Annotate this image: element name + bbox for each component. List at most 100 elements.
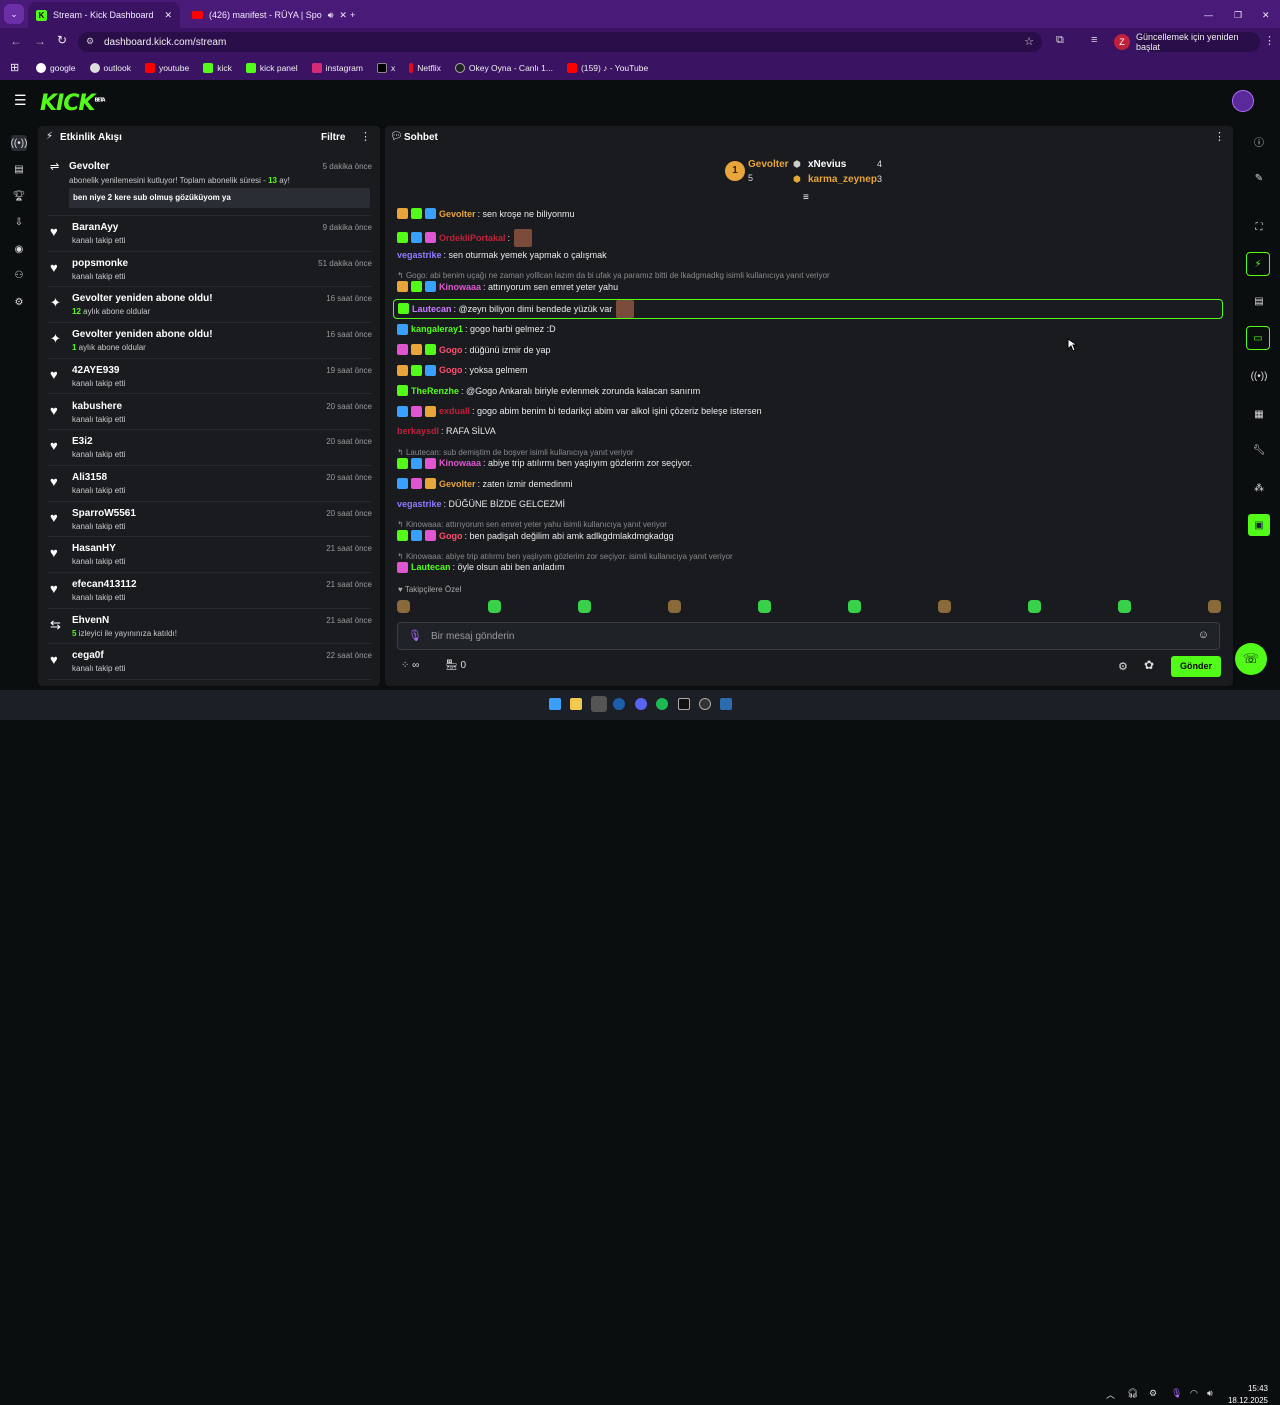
steam-tray-icon[interactable]: ⚙ [1149, 1388, 1157, 1399]
community-icon[interactable]: ⚇ [12, 268, 26, 282]
user-avatar[interactable] [1232, 90, 1254, 112]
chat-username[interactable]: Kinowaaa [439, 282, 481, 292]
site-info-icon[interactable]: ⚙ [86, 36, 94, 47]
quick-emote[interactable] [668, 600, 681, 613]
activity-toggle-icon[interactable]: ⚡︎ [1246, 252, 1270, 276]
chat-username[interactable]: OrdekliPortakal [439, 233, 506, 243]
url-input[interactable]: ⚙ dashboard.kick.com/stream ☆ [78, 32, 1042, 52]
app-icon[interactable] [720, 698, 732, 710]
kick-logo[interactable]: KICKBETA [40, 91, 106, 116]
chat-message[interactable]: TheRenzhe: @Gogo Ankaralı biriyle evlenm… [397, 385, 700, 396]
activity-item[interactable]: ♥ Ali3158 20 saat önce kanalı takip etti [48, 466, 372, 502]
profile-avatar[interactable]: Z [1114, 34, 1130, 50]
app-icon[interactable] [699, 698, 711, 710]
chat-username[interactable]: vegastrike [397, 250, 442, 260]
broadcast-icon[interactable]: ((•)) [11, 135, 27, 151]
extensions-icon[interactable]: ⧉ [1056, 34, 1064, 47]
activity-item[interactable]: ✦ Gevolter yeniden abone oldu! 16 saat önc… [48, 287, 372, 324]
activity-item[interactable]: ♥ HasanHY 21 saat önce kanalı takip etti [48, 537, 372, 573]
quick-emote[interactable] [1208, 600, 1221, 613]
leaderboard-first-name[interactable]: Gevolter [748, 159, 789, 170]
chat-username[interactable]: Gogo [439, 365, 463, 375]
chat-username[interactable]: Gogo [439, 531, 463, 541]
chat-message[interactable]: Gogo: ben padişah değilim abi amk adlkgd… [397, 530, 674, 541]
minimize-button[interactable]: — [1196, 2, 1221, 28]
activity-item[interactable]: ✦ Gevolter yeniden abone oldu! 16 saat önc… [48, 323, 372, 359]
chat-message[interactable]: vegastrike: DÜĞÜNE BİZDE GELCEZMİ [397, 499, 565, 509]
bookmark-netflix[interactable]: Netflix [409, 63, 441, 73]
points-icon[interactable]: ⁘ ∞ [401, 660, 419, 671]
activity-item[interactable]: ♥ BaranAyy 9 dakika önce kanalı takip etti [48, 216, 372, 252]
clip-icon[interactable]: ⛶ [1252, 220, 1266, 234]
chat-username[interactable]: Gevolter [439, 209, 476, 219]
chat-message[interactable]: kangaleray1: gogo harbi gelmez :D [397, 323, 556, 335]
chat-message[interactable]: Kinowaaa: attırıyorum sen emret yeter ya… [397, 281, 618, 292]
microphone-icon[interactable]: 🎙︎ [408, 629, 422, 642]
share-icon[interactable]: ⁂ [1252, 481, 1266, 495]
emote-picker-icon[interactable]: ✿ [1144, 658, 1154, 672]
settings-icon[interactable]: ⚙ [1118, 660, 1128, 673]
activity-item[interactable]: ♥ E3i2 20 saat önce kanalı takip etti [48, 430, 372, 466]
chat-username[interactable]: Lautecan [412, 304, 452, 314]
activity-item[interactable]: ⇌ Gevolter 5 dakika önce abonelik yenile… [48, 154, 372, 216]
activity-item[interactable]: ♥ kabushere 20 saat önce kanalı takip etti [48, 395, 372, 431]
tiktok-icon[interactable] [678, 698, 690, 710]
expand-leaderboard-icon[interactable]: ≡ [803, 192, 809, 203]
menu-icon[interactable]: ⋮ [1264, 34, 1275, 47]
bookmark-youtube-music[interactable]: (159) ♪ - YouTube [566, 63, 648, 73]
media-icon[interactable]: ≡ [1091, 34, 1097, 46]
chrome-icon[interactable] [591, 696, 607, 712]
chat-message[interactable]: Gogo: düğünü izmir de yap [397, 344, 551, 355]
leaderboard-second-name[interactable]: xNevius [808, 159, 846, 170]
bookmark-google[interactable]: google [36, 63, 76, 73]
leaderboard-third-name[interactable]: karma_zeynep [808, 174, 877, 185]
chat-username[interactable]: kangaleray1 [411, 324, 463, 334]
chat-username[interactable]: vegastrike [397, 499, 442, 509]
mod-icon[interactable]: ▦ [1252, 407, 1266, 421]
chat-message[interactable]: exduall: gogo abim benim bi tedarikçi ab… [397, 405, 762, 417]
bookmark-x[interactable]: x [376, 63, 395, 73]
folder-icon[interactable] [570, 698, 582, 710]
quick-emote[interactable] [397, 600, 410, 613]
spotify-icon[interactable] [656, 698, 668, 710]
chat-message[interactable]: Kinowaaa: abiye trip atılırmı ben yaşlıy… [397, 457, 692, 469]
chat-username[interactable]: berkaysdl [397, 426, 439, 436]
quick-emote[interactable] [1028, 600, 1041, 613]
bookmark-youtube[interactable]: youtube [144, 63, 189, 73]
apps-icon[interactable]: ⊞ [10, 61, 19, 74]
activity-item[interactable]: ♥ efecan413112 21 saat önce kanalı takip et… [48, 573, 372, 609]
chat-message[interactable]: Lautecan: öyle olsun abi ben anladım [397, 561, 565, 573]
edit-icon[interactable]: ✎ [1252, 171, 1266, 185]
emoji-icon[interactable]: ☺ [1198, 629, 1209, 641]
bookmark-okey[interactable]: Okey Oyna - Canlı 1... [454, 63, 553, 73]
bookmark-instagram[interactable]: instagram [311, 63, 363, 73]
chevron-up-icon[interactable]: ︿ [1106, 1388, 1115, 1401]
maximize-button[interactable]: ❐ [1226, 2, 1250, 28]
bookmark-kick-panel[interactable]: kick panel [245, 63, 298, 73]
app-icon[interactable]: ▣ [1248, 514, 1270, 536]
microphone-icon[interactable]: 🎙︎ [1171, 1388, 1182, 1399]
wrench-icon[interactable]: 🔧︎ [1252, 443, 1266, 457]
more-options-icon[interactable]: ⋮ [1214, 130, 1225, 143]
filter-button[interactable]: Filtre [321, 132, 345, 143]
upload-icon[interactable]: ⇩ [12, 215, 26, 229]
notes-icon[interactable]: ▤ [1252, 294, 1266, 308]
bookmark-kick[interactable]: kick [203, 63, 232, 73]
info-icon[interactable]: ⓘ [1252, 134, 1266, 149]
chat-message[interactable]: vegastrike: sen oturmak yemek yapmak o ç… [397, 250, 607, 260]
volume-icon[interactable]: 🔊︎ [1207, 1388, 1213, 1399]
analytics-icon[interactable]: ▤ [12, 162, 26, 176]
back-icon[interactable]: ← [10, 34, 22, 48]
chat-message[interactable]: Gevolter: sen kroşe ne biliyonmu [397, 208, 575, 219]
headset-icon[interactable]: 🎧︎ [1127, 1388, 1138, 1399]
quick-emote[interactable] [848, 600, 861, 613]
activity-item[interactable]: ♥ cega0f 22 saat önce kanalı takip etti [48, 644, 372, 681]
chat-message[interactable]: Gevolter: zaten izmir demedinmi [397, 478, 573, 489]
settings-icon[interactable]: ⚙ [12, 295, 26, 309]
activity-item[interactable]: ⇆ EhvenN 21 saat önce 5 izleyici ile yayını… [48, 609, 372, 645]
target-icon[interactable]: ◉ [12, 242, 26, 256]
chat-username[interactable]: exduall [439, 406, 470, 416]
tab-search-button[interactable]: ⌄ [4, 4, 24, 24]
store-icon[interactable]: 🏪︎ 0 [445, 660, 466, 671]
window-close-button[interactable]: ✕ [1254, 2, 1278, 28]
